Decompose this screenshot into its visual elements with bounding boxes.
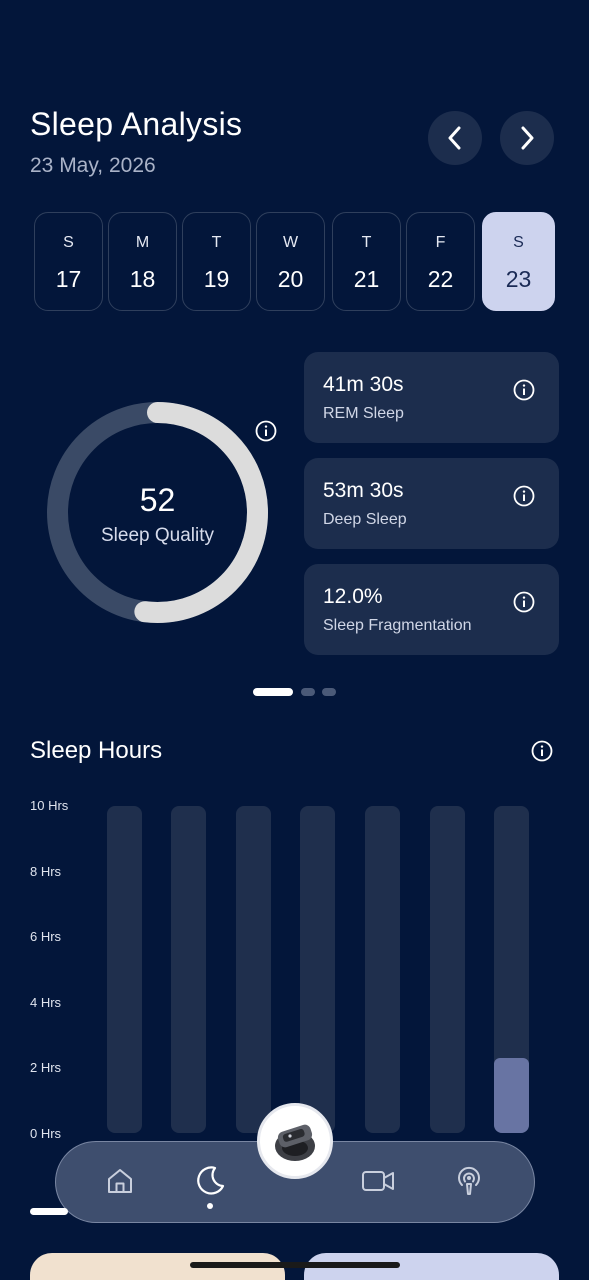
chevron-right-icon: [521, 126, 534, 150]
info-icon[interactable]: [513, 379, 535, 401]
sleep-hours-title: Sleep Hours: [30, 737, 163, 764]
day-letter: W: [282, 234, 299, 251]
scroll-indicator: [30, 1208, 68, 1215]
nav-sleep[interactable]: [192, 1163, 228, 1199]
next-button[interactable]: [500, 111, 554, 165]
current-date: 23 May, 2026: [30, 154, 156, 177]
day-letter: F: [435, 234, 446, 251]
day-number: 22: [427, 266, 454, 292]
day-number: 17: [55, 266, 82, 292]
bar-track-22[interactable]: [430, 806, 465, 1133]
bar-track-18[interactable]: [171, 806, 206, 1133]
y-tick-label: 0 Hrs: [30, 1126, 62, 1141]
day-letter: T: [211, 234, 222, 251]
metric-label: REM Sleep: [323, 405, 404, 422]
rem-sleep-card[interactable]: 41m 30s REM Sleep: [304, 352, 559, 443]
podcast-icon: [458, 1166, 480, 1195]
y-tick-label: 2 Hrs: [30, 1060, 62, 1075]
metric-label: Deep Sleep: [323, 511, 407, 528]
day-23[interactable]: S 23: [482, 212, 555, 311]
day-number: 20: [277, 266, 304, 292]
metric-value: 12.0%: [323, 585, 383, 608]
smart-ring-icon: [275, 1124, 315, 1161]
chevron-left-icon: [448, 126, 461, 150]
metric-value: 53m 30s: [323, 479, 404, 502]
info-icon[interactable]: [531, 740, 553, 762]
nav-podcast[interactable]: [453, 1164, 485, 1198]
info-icon[interactable]: [513, 591, 535, 613]
bar-track-19[interactable]: [236, 806, 271, 1133]
bar-23: [494, 1058, 529, 1133]
pager-dot[interactable]: [322, 688, 336, 696]
day-letter: S: [63, 234, 74, 251]
y-tick-label: 4 Hrs: [30, 995, 62, 1010]
day-number: 23: [505, 266, 532, 292]
sleep-quality-score: 52: [139, 482, 176, 518]
nav-home[interactable]: [103, 1164, 137, 1198]
day-18[interactable]: M 18: [108, 212, 177, 311]
moon-icon: [197, 1166, 225, 1195]
day-number: 21: [353, 266, 380, 292]
home-indicator: [190, 1262, 400, 1268]
day-21[interactable]: T 21: [332, 212, 401, 311]
day-22[interactable]: F 22: [406, 212, 475, 311]
info-icon[interactable]: [513, 485, 535, 507]
active-indicator: [207, 1203, 213, 1209]
bar-track-23[interactable]: [494, 806, 529, 1133]
info-icon[interactable]: [255, 420, 277, 442]
metric-value: 41m 30s: [323, 373, 404, 396]
day-17[interactable]: S 17: [34, 212, 103, 311]
day-number: 18: [129, 266, 156, 292]
day-letter: T: [361, 234, 372, 251]
day-number: 19: [203, 266, 230, 292]
bar-track-21[interactable]: [365, 806, 400, 1133]
video-icon: [362, 1171, 394, 1191]
bar-track-17[interactable]: [107, 806, 142, 1133]
day-19[interactable]: T 19: [182, 212, 251, 311]
day-letter: M: [135, 234, 150, 251]
day-20[interactable]: W 20: [256, 212, 325, 311]
deep-sleep-card[interactable]: 53m 30s Deep Sleep: [304, 458, 559, 549]
pager-dot[interactable]: [301, 688, 315, 696]
sleep-quality-label: Sleep Quality: [100, 525, 214, 546]
home-icon: [108, 1169, 132, 1193]
sleep-fragmentation-card[interactable]: 12.0% Sleep Fragmentation: [304, 564, 559, 655]
y-tick-label: 10 Hrs: [30, 798, 69, 813]
nav-video[interactable]: [360, 1164, 396, 1198]
previous-button[interactable]: [428, 111, 482, 165]
nav-device[interactable]: [257, 1103, 333, 1179]
y-tick-label: 6 Hrs: [30, 929, 62, 944]
bar-track-20[interactable]: [300, 806, 335, 1133]
page-title: Sleep Analysis: [30, 106, 243, 142]
metric-label: Sleep Fragmentation: [323, 617, 472, 634]
y-tick-label: 8 Hrs: [30, 864, 62, 879]
day-letter: S: [513, 234, 524, 251]
pager-dot-active[interactable]: [253, 688, 293, 696]
